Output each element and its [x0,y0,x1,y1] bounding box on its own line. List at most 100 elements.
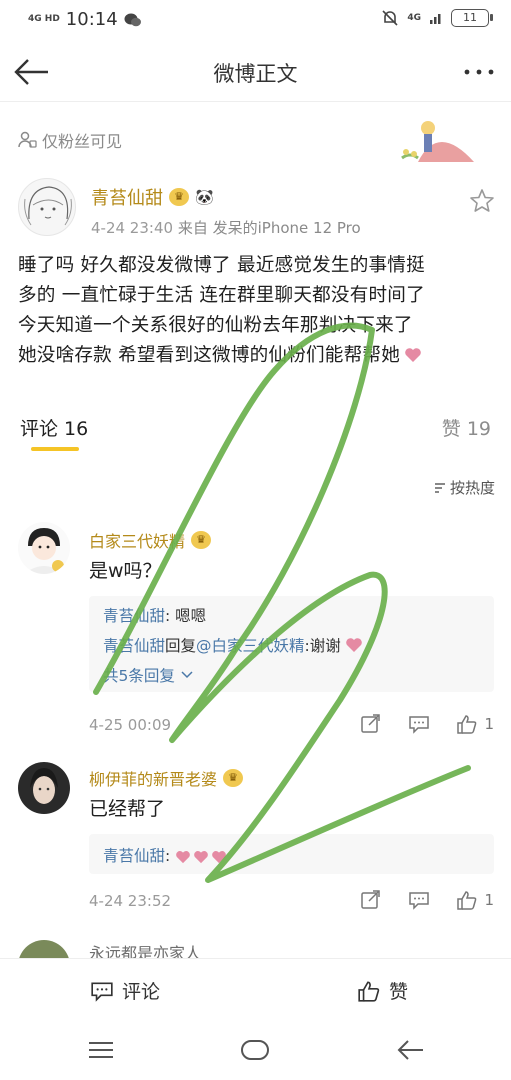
comment-author-row: 白家三代妖精 ♛ [89,528,212,552]
menu-icon[interactable] [86,1038,116,1062]
comment-footer: 4-24 23:52 1 [89,890,494,914]
comment-footer: 4-25 00:09 1 [89,714,494,738]
comment-text: 已经帮了 [89,798,166,820]
more-replies-link[interactable]: 共5条回复 [103,664,193,686]
reply-separator: 回复 [165,637,197,655]
post-source-prefix: 来自 [177,219,208,237]
reply-box[interactable]: 青苔仙甜: [89,834,494,874]
signal-bars-icon [430,14,441,24]
mute-bell-icon [382,10,398,26]
fan-badge-icon: ♛ [223,769,244,787]
post-author-row: 青苔仙甜 ♛ 🐼 [91,184,214,210]
comment-author-row: 永远都是亦家人 [89,940,201,958]
comment-action-button[interactable]: 评论 [90,977,160,1004]
comment-item: 柳伊菲的新晋老婆 ♛ 已经帮了 青苔仙甜: 4-24 23:52 1 [0,758,511,928]
like-button[interactable]: 1 [456,714,494,734]
reply-separator: : [165,847,176,865]
comment-avatar[interactable] [18,940,70,958]
tab-comments[interactable]: 评论 16 [20,414,88,441]
visibility-label: 仅粉丝可见 [18,128,122,152]
post-author-name[interactable]: 青苔仙甜 [91,184,163,210]
comment-action-label: 评论 [122,981,161,1003]
visibility-text: 仅粉丝可见 [42,132,123,151]
thumbs-up-icon [358,980,380,1002]
comment-avatar[interactable] [18,522,70,574]
comment-time: 4-25 00:09 [89,716,172,734]
battery-level: 11 [463,11,477,24]
post-line-text: 她没啥存款 希望看到这微博的仙粉们能帮帮她 [18,345,400,366]
cartoon-avatar-image [18,522,70,574]
like-count: 1 [484,715,494,733]
fan-badge-icon: ♛ [169,188,189,206]
post-line: 她没啥存款 希望看到这微博的仙粉们能帮帮她 [18,341,494,371]
share-icon[interactable] [360,890,382,910]
tab-likes[interactable]: 赞 19 [442,414,491,441]
comment-author-row: 柳伊菲的新晋老婆 ♛ [89,766,244,790]
wechat-notification-icon [124,13,141,26]
post-author-avatar[interactable] [18,178,76,236]
post-time: 4-24 23:40 [91,219,174,237]
back-nav-icon[interactable] [396,1038,426,1062]
pink-heart-emoji-icon [345,638,362,652]
reply-line: 青苔仙甜: [103,844,227,866]
sketch-avatar-image [24,186,72,226]
reply-author[interactable]: 青苔仙甜 [103,607,165,625]
like-action-button[interactable]: 赞 [357,977,408,1004]
chevron-down-icon [181,671,193,679]
post-line: 多的 一直忙碌于生活 连在群里聊天都没有时间了 [18,285,425,306]
pink-heart-emoji-icon [405,348,421,362]
reply-mention[interactable]: @白家三代妖精 [196,637,305,655]
comment-item: 白家三代妖精 ♛ 是w吗？ 青苔仙甜: 嗯嗯 青苔仙甜回复@白家三代妖精:谢谢 … [0,518,511,748]
tab-active-indicator [31,447,79,451]
decoration-illustration [401,121,474,162]
status-clock: 10:14 [65,9,118,30]
reply-text: :谢谢 [304,637,341,655]
heart-emojis [175,850,227,864]
comment-bubble-icon [91,982,113,1002]
comment-time: 4-24 23:52 [89,892,172,910]
star-icon [470,189,494,212]
post-meta: 4-24 23:40 来自 发呆的iPhone 12 Pro [91,217,361,238]
comment-bubble-icon[interactable] [408,714,430,734]
network-right-indicator: 4G [407,12,421,23]
home-icon[interactable] [240,1038,270,1062]
like-action-label: 赞 [389,981,409,1003]
app-header: 微博正文 [0,42,511,102]
post-line: 睡了吗 好久都没发微博了 最近感觉发生的事情挺 [18,255,425,276]
comment-author[interactable]: 柳伊菲的新晋老婆 [89,766,217,790]
post-body: 睡了吗 好久都没发微博了 最近感觉发生的事情挺 多的 一直忙碌于生活 连在群里聊… [18,251,494,371]
comment-bubble-icon[interactable] [408,890,430,910]
sort-toggle[interactable]: 按热度 [433,477,495,498]
photo-avatar-image [18,762,70,814]
reply-box[interactable]: 青苔仙甜: 嗯嗯 青苔仙甜回复@白家三代妖精:谢谢 共5条回复 [89,596,494,692]
pink-heart-emoji-icon [176,850,190,863]
comment-item: 永远都是亦家人 [0,936,511,958]
bottom-action-bar: 评论 赞 [0,958,511,1020]
more-dots-icon [464,69,494,75]
reply-text: 嗯嗯 [175,607,207,625]
like-count: 1 [484,891,494,909]
reply-author[interactable]: 青苔仙甜 [103,847,165,865]
thumbs-up-icon [457,715,477,734]
thumbs-up-icon [457,891,477,910]
like-button[interactable]: 1 [456,890,494,910]
status-bar: 4G HD 10:14 4G 11 [0,0,511,40]
comment-author[interactable]: 永远都是亦家人 [89,940,201,958]
pink-heart-emoji-icon [194,850,208,863]
comment-text: 是w吗？ [89,560,162,582]
reply-separator: : [165,607,176,625]
post-line: 今天知道一个关系很好的仙粉去年那判决下来了 [18,315,413,336]
share-icon[interactable] [360,714,382,734]
comment-author[interactable]: 白家三代妖精 [89,528,185,552]
favorite-button[interactable] [469,188,495,214]
page-title: 微博正文 [213,62,298,86]
comment-avatar[interactable] [18,762,70,814]
system-nav-bar [0,1020,511,1080]
reply-author[interactable]: 青苔仙甜 [103,637,165,655]
reply-line: 青苔仙甜: 嗯嗯 [103,604,206,626]
network-indicator: 4G HD [28,14,60,24]
sort-icon [434,482,445,493]
more-button[interactable] [459,56,499,88]
reply-line: 青苔仙甜回复@白家三代妖精:谢谢 [103,634,363,656]
sort-label: 按热度 [449,479,495,497]
